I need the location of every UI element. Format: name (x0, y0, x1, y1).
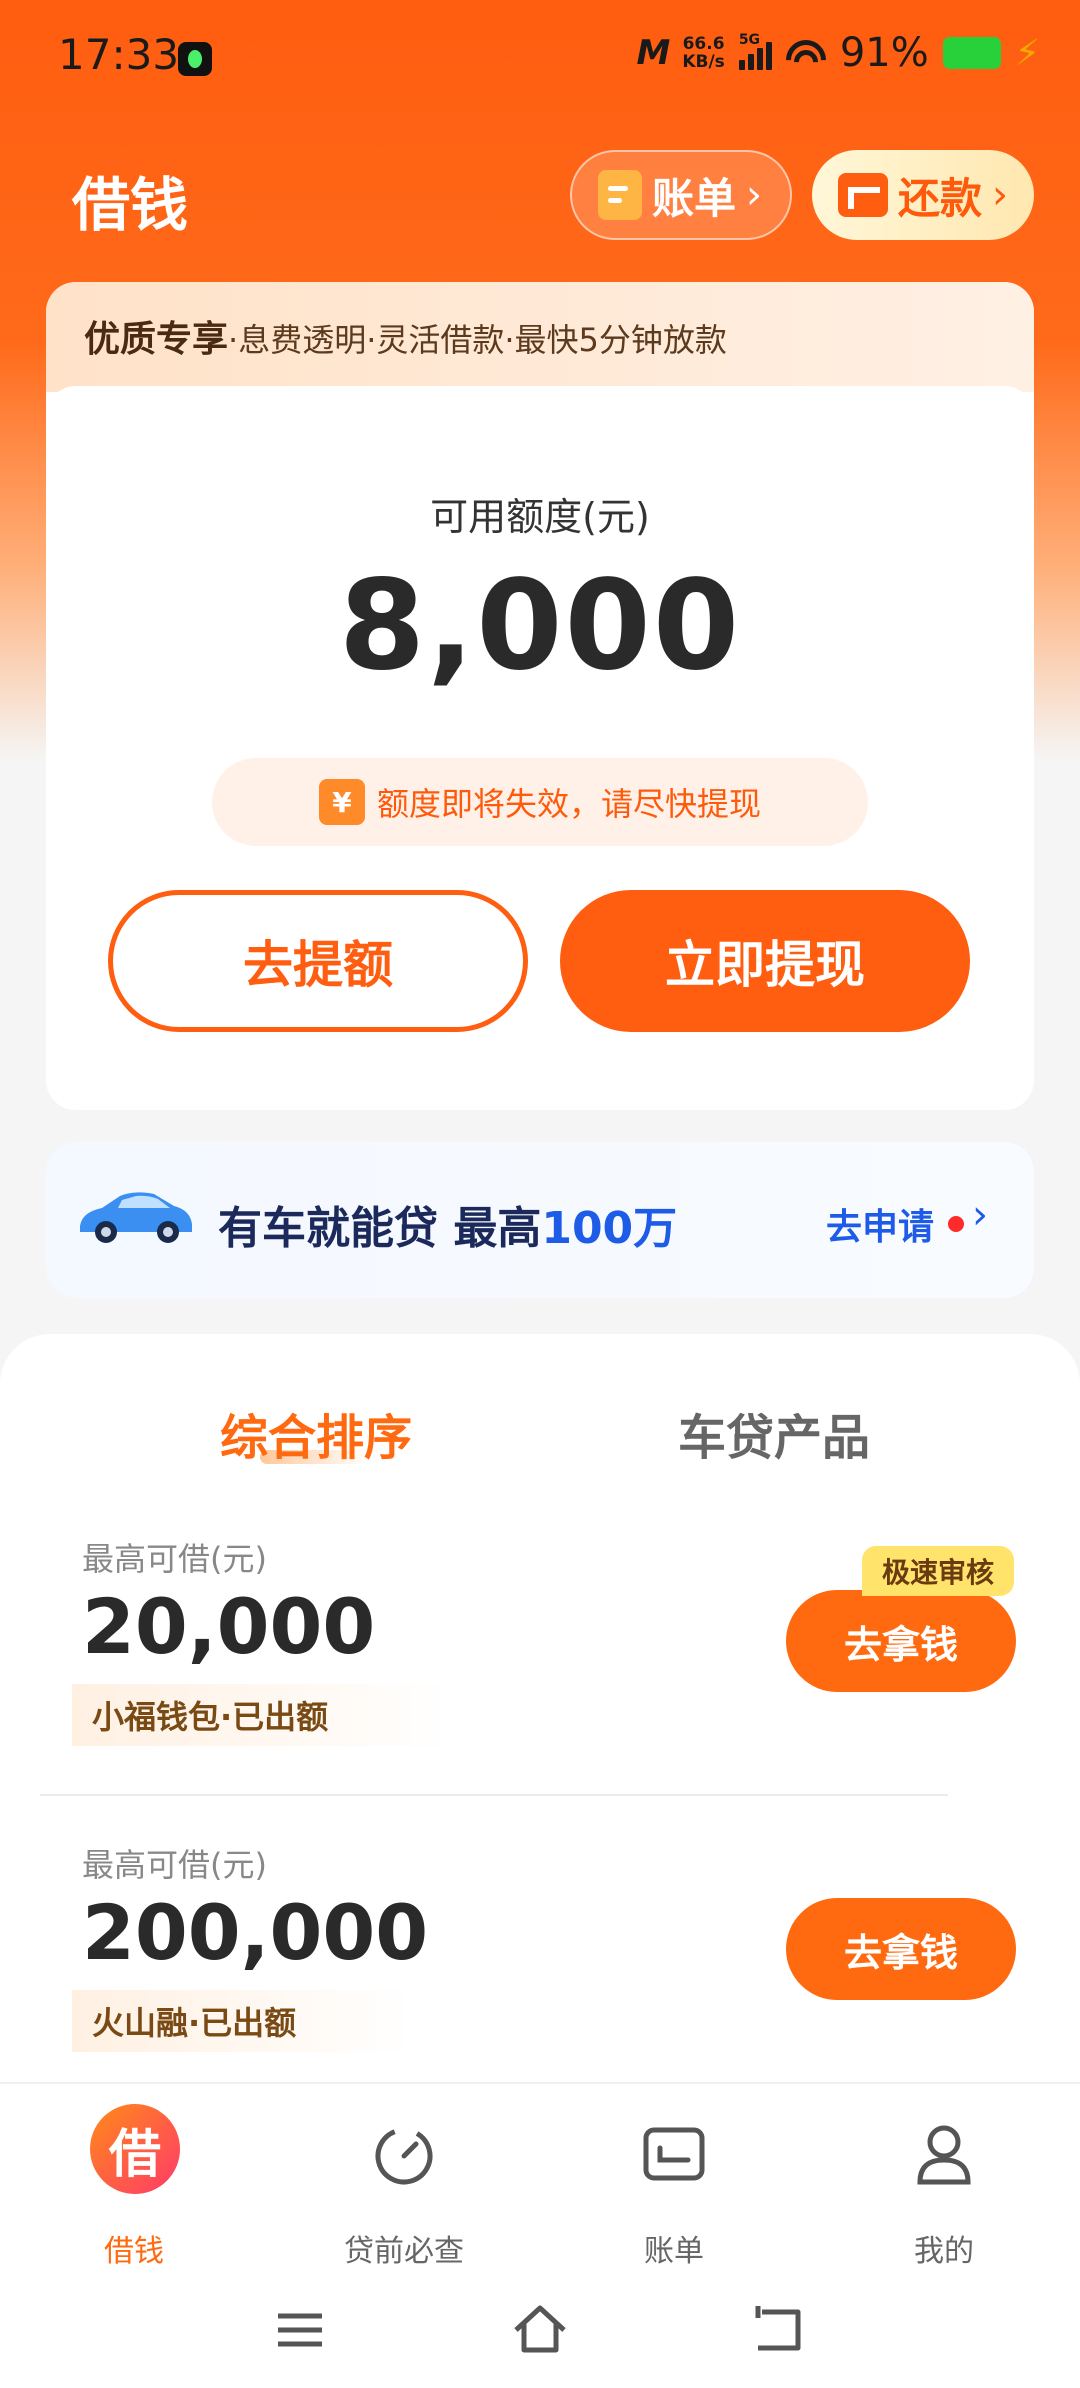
chevron-right-icon: › (746, 172, 763, 218)
list-divider (40, 1794, 948, 1796)
music-app-icon (178, 42, 212, 76)
provider-tag: 火山融·已出额 (72, 1990, 412, 2052)
net-speed-value: 66.6 (682, 34, 725, 54)
status-bar: 17:33 M 66.6 KB/s 5G 91% ⚡ (0, 0, 1080, 115)
gauge-icon (375, 2127, 433, 2185)
car-apply-link[interactable]: 去申请 (826, 1198, 964, 1250)
fast-review-badge: 极速审核 (862, 1546, 1014, 1596)
battery-percent: 91% (839, 30, 929, 76)
nav-label: 账单 (644, 2234, 704, 2269)
repay-card-icon (838, 173, 888, 217)
withdraw-button[interactable]: 立即提现 (560, 890, 970, 1032)
quota-card-body: 可用额度(元) 8,000 ¥ 额度即将失效，请尽快提现 去提额 立即提现 (46, 386, 1034, 1110)
status-time: 17:33 (58, 30, 180, 79)
max-borrow-amount: 20,000 (82, 1582, 376, 1671)
system-nav-bar (0, 2270, 1080, 2388)
menu-icon[interactable] (270, 2300, 330, 2360)
get-money-button[interactable]: 去拿钱 (786, 1590, 1016, 1692)
expiry-notice-text: 额度即将失效，请尽快提现 (376, 785, 761, 823)
car-loan-text-prefix: 有车就能贷 最高 (218, 1203, 542, 1254)
premium-banner-text: ·息费透明·灵活借款·最快5分钟放款 (228, 321, 727, 359)
bill-icon (643, 2127, 705, 2181)
chevron-right-icon: › (992, 172, 1009, 218)
raise-limit-button[interactable]: 去提额 (108, 890, 528, 1032)
nav-label: 借钱 (104, 2234, 164, 2269)
max-borrow-amount: 200,000 (82, 1888, 429, 1977)
chevron-right-icon: › (972, 1192, 988, 1238)
home-icon[interactable] (510, 2300, 570, 2360)
quota-value: 8,000 (338, 554, 742, 698)
car-loan-banner[interactable]: 有车就能贷 最高100万 去申请 › (46, 1142, 1034, 1298)
expiry-notice: ¥ 额度即将失效，请尽快提现 (212, 758, 868, 846)
bill-doc-icon (598, 170, 642, 220)
premium-banner-title: 优质专享 (84, 319, 229, 360)
max-borrow-label: 最高可借(元) (82, 1846, 267, 1884)
red-dot-badge (948, 1216, 964, 1232)
repay-button-label: 还款 (898, 173, 983, 223)
bill-button-label: 账单 (652, 173, 737, 223)
get-money-button[interactable]: 去拿钱 (786, 1898, 1016, 2000)
tab-label: 综合排序 (220, 1410, 413, 1466)
car-icon (80, 1192, 192, 1243)
wifi-icon (785, 36, 826, 70)
repay-button[interactable]: 还款 › (812, 150, 1034, 240)
nav-label: 贷前必查 (344, 2234, 464, 2269)
back-icon[interactable] (750, 2300, 810, 2360)
battery-icon (942, 37, 1001, 69)
quota-card: 优质专享·息费透明·灵活借款·最快5分钟放款 可用额度(元) 8,000 ¥ 额… (46, 282, 1034, 1110)
premium-banner: 优质专享·息费透明·灵活借款·最快5分钟放款 (46, 282, 1034, 392)
car-loan-amount: 100万 (541, 1203, 678, 1254)
network-type: 5G (738, 32, 761, 48)
max-borrow-label: 最高可借(元) (82, 1540, 267, 1578)
status-indicators: M 66.6 KB/s 5G 91% ⚡ (637, 30, 1041, 76)
tab-comprehensive-sort[interactable]: 综合排序 (220, 1398, 412, 1468)
net-speed: 66.6 KB/s (682, 35, 724, 71)
yen-icon: ¥ (318, 779, 365, 825)
borrow-icon: 借 (90, 2104, 180, 2194)
user-icon (917, 2125, 971, 2185)
mi-icon: M (636, 33, 671, 73)
net-speed-unit: KB/s (682, 52, 725, 72)
bill-button[interactable]: 账单 › (570, 150, 792, 240)
nav-label: 我的 (914, 2234, 974, 2269)
page-title: 借钱 (72, 171, 189, 239)
car-loan-text: 有车就能贷 最高100万 (218, 1192, 677, 1256)
tab-car-loan-products[interactable]: 车贷产品 (678, 1398, 870, 1468)
signal-icon: 5G (738, 32, 772, 70)
provider-tag: 小福钱包·已出额 (72, 1684, 452, 1746)
quota-label: 可用额度(元) (430, 495, 650, 539)
charging-icon: ⚡ (1014, 32, 1040, 74)
car-apply-label: 去申请 (825, 1207, 934, 1248)
